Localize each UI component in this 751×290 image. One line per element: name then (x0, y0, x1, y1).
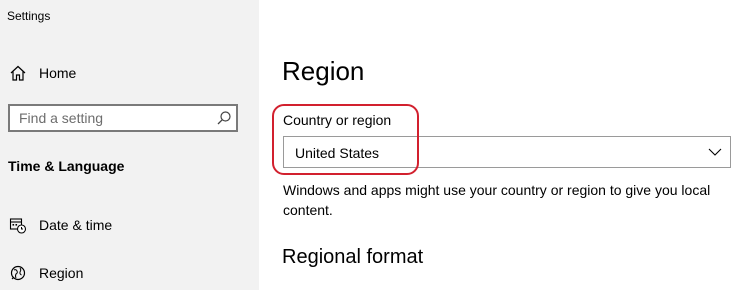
calendar-clock-icon (9, 216, 27, 234)
country-region-dropdown[interactable]: United States (283, 136, 731, 168)
settings-window: Settings Home Time & Language (0, 0, 751, 290)
page-title: Region (282, 56, 365, 86)
sidebar-item-label: Region (39, 265, 84, 281)
sidebar-item-region[interactable]: Region (0, 255, 259, 290)
app-title: Settings (7, 9, 51, 23)
search-input[interactable] (10, 109, 211, 127)
search-icon[interactable] (216, 110, 232, 126)
dropdown-selected-value: United States (295, 145, 380, 161)
navigation-pane: Settings Home Time & Language (0, 0, 259, 290)
section-heading: Time & Language (8, 158, 125, 174)
sidebar-item-date-time[interactable]: Date & time (0, 207, 259, 243)
main-content: Region Country or region United States W… (259, 0, 751, 290)
sidebar-item-home[interactable]: Home (0, 55, 259, 91)
chevron-down-icon (708, 148, 722, 156)
regional-format-heading: Regional format (282, 246, 424, 268)
sidebar-item-label: Home (39, 65, 77, 81)
country-description: Windows and apps might use your country … (283, 182, 711, 218)
home-icon (9, 64, 27, 82)
sidebar-item-label: Date & time (39, 217, 113, 233)
country-region-label: Country or region (283, 112, 392, 128)
globe-icon (9, 264, 27, 282)
search-box[interactable] (8, 104, 238, 132)
